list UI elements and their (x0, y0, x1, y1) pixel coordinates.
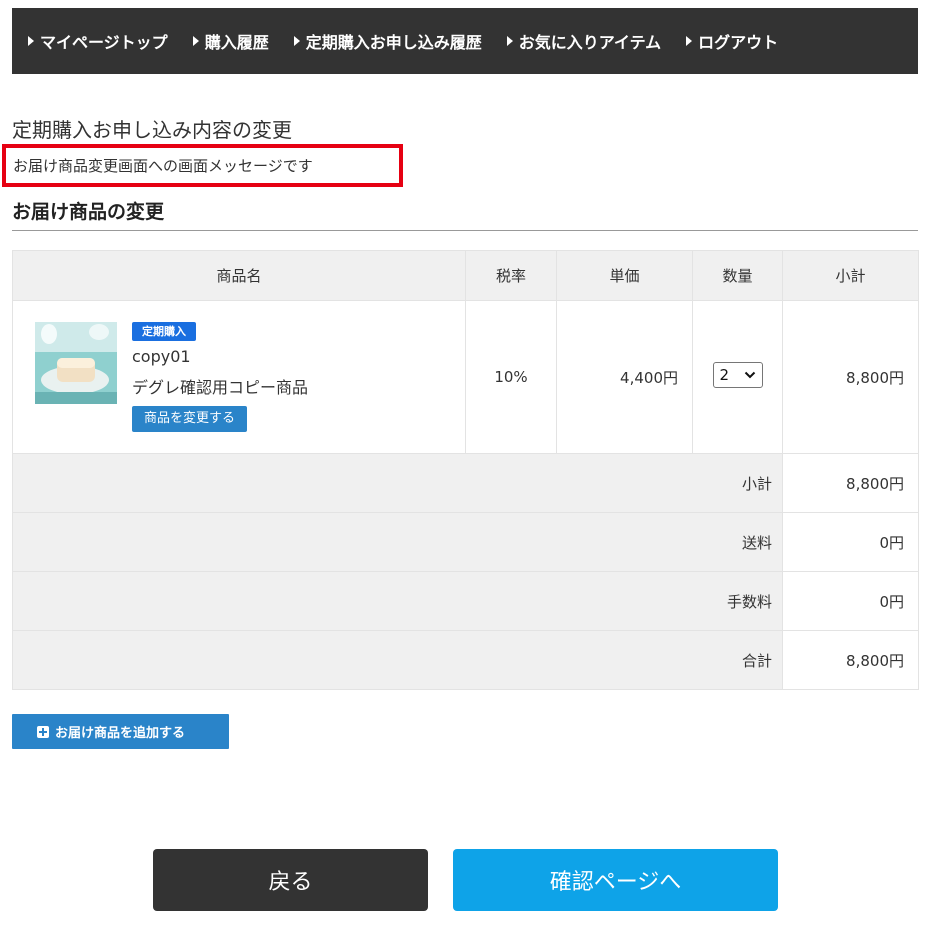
header-unit-price: 単価 (556, 250, 693, 301)
change-product-button[interactable]: 商品を変更する (132, 406, 248, 432)
triangle-right-icon (192, 36, 199, 46)
add-delivery-item-button[interactable]: お届け商品を追加する (12, 714, 229, 749)
nav-item-logout[interactable]: ログアウト (686, 29, 778, 53)
triangle-right-icon (293, 36, 300, 46)
summary-row-subtotal: 小計 8,800円 (12, 453, 919, 513)
add-delivery-item-label: お届け商品を追加する (55, 726, 186, 741)
summary-label: 送料 (12, 512, 783, 572)
plus-square-icon (37, 725, 49, 738)
summary-value: 0円 (782, 571, 919, 631)
triangle-right-icon (506, 36, 513, 46)
subtotal-cell: 8,800円 (782, 300, 919, 454)
summary-row-fee: 手数料 0円 (12, 571, 919, 631)
summary-value: 8,800円 (782, 453, 919, 513)
triangle-right-icon (28, 36, 34, 46)
unit-price-cell: 4,400円 (556, 300, 693, 454)
summary-value: 8,800円 (782, 630, 919, 690)
section-title: お届け商品の変更 (12, 201, 165, 223)
summary-label: 手数料 (12, 571, 783, 631)
summary-row-shipping: 送料 0円 (12, 512, 919, 572)
nav-item-label: ログアウト (698, 33, 779, 52)
tax-rate-cell: 10% (465, 300, 557, 454)
page-title: 定期購入お申し込み内容の変更 (12, 118, 292, 142)
back-button[interactable]: 戻る (153, 849, 428, 911)
product-code: copy01 (132, 347, 191, 366)
summary-label: 合計 (12, 630, 783, 690)
product-cell: 定期購入 copy01 デグレ確認用コピー商品 商品を変更する (12, 300, 466, 454)
table-row: 定期購入 copy01 デグレ確認用コピー商品 商品を変更する 10% 4,40… (12, 300, 919, 454)
delivery-items-table: 商品名 税率 単価 数量 小計 定期購入 copy01 デグレ確認用コピー商品 … (12, 250, 919, 690)
confirm-page-button[interactable]: 確認ページへ (453, 849, 778, 911)
quantity-cell: 2 (692, 300, 783, 454)
triangle-right-icon (686, 36, 693, 46)
header-tax-rate: 税率 (465, 250, 557, 301)
header-quantity: 数量 (692, 250, 783, 301)
global-nav: マイページトップ 購入履歴 定期購入お申し込み履歴 お気に入りアイテム ログアウ… (12, 8, 918, 74)
nav-item-label: 購入履歴 (204, 33, 269, 52)
header-subtotal: 小計 (782, 250, 919, 301)
nav-item-subscription-history[interactable]: 定期購入お申し込み履歴 (293, 29, 482, 53)
section-divider (12, 230, 918, 231)
chevron-down-icon (744, 371, 755, 379)
header-product: 商品名 (12, 250, 466, 301)
quantity-value: 2 (719, 366, 730, 384)
table-header-row: 商品名 税率 単価 数量 小計 (12, 250, 919, 301)
page-message: お届け商品変更画面への画面メッセージです (13, 157, 313, 175)
nav-item-label: マイページトップ (40, 33, 168, 52)
summary-row-total: 合計 8,800円 (12, 630, 919, 690)
product-name: デグレ確認用コピー商品 (132, 378, 309, 397)
summary-value: 0円 (782, 512, 919, 572)
summary-label: 小計 (12, 453, 783, 513)
nav-item-purchase-history[interactable]: 購入履歴 (192, 29, 269, 53)
nav-item-label: お気に入りアイテム (518, 33, 662, 52)
product-thumbnail (35, 322, 117, 404)
nav-item-mypage-top[interactable]: マイページトップ (28, 29, 168, 53)
nav-item-favorites[interactable]: お気に入りアイテム (506, 29, 662, 53)
nav-item-label: 定期購入お申し込み履歴 (305, 33, 482, 52)
subscription-badge: 定期購入 (132, 322, 196, 341)
quantity-select[interactable]: 2 (712, 362, 763, 388)
